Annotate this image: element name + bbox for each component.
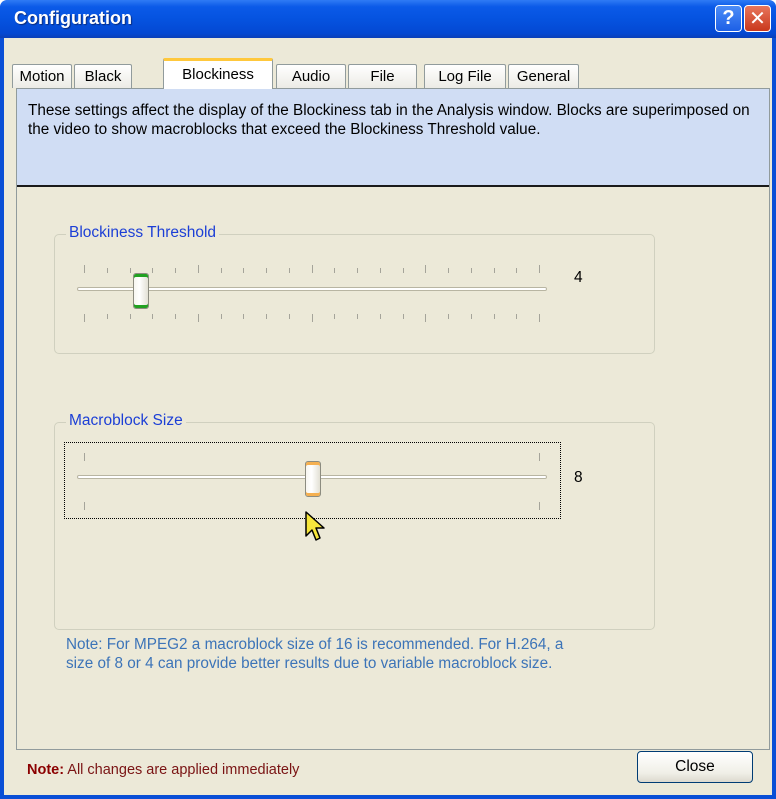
slider-tick bbox=[471, 268, 472, 273]
slider-tick bbox=[266, 314, 267, 319]
configuration-window: Configuration ? ✕ Motion Black Blockines… bbox=[0, 0, 776, 799]
footer-note: Note: All changes are applied immediatel… bbox=[27, 762, 299, 778]
title-bar[interactable]: Configuration ? ✕ bbox=[0, 0, 776, 38]
macroblock-size-title: Macroblock Size bbox=[66, 412, 186, 430]
tab-file[interactable]: File bbox=[348, 64, 417, 88]
slider-tick bbox=[539, 502, 540, 510]
tab-panel-blockiness: These settings affect the display of the… bbox=[16, 88, 770, 750]
slider-tick bbox=[130, 268, 131, 273]
close-icon: ✕ bbox=[749, 8, 766, 30]
slider-tick bbox=[198, 265, 199, 273]
blockiness-threshold-title: Blockiness Threshold bbox=[66, 224, 220, 242]
footer-note-text: All changes are applied immediately bbox=[64, 762, 300, 778]
slider-tick bbox=[494, 314, 495, 319]
slider-tick bbox=[289, 268, 290, 273]
slider-tick bbox=[516, 268, 517, 273]
tab-black[interactable]: Black bbox=[74, 64, 132, 88]
slider-tick bbox=[516, 314, 517, 319]
slider-tick bbox=[471, 314, 472, 319]
slider-tick bbox=[448, 268, 449, 273]
close-window-button[interactable]: ✕ bbox=[744, 5, 771, 32]
slider-tick bbox=[152, 314, 153, 319]
mouse-cursor-icon bbox=[304, 510, 330, 549]
slider-tick bbox=[198, 314, 199, 322]
slider-tick bbox=[152, 268, 153, 273]
help-icon: ? bbox=[722, 7, 735, 29]
help-button[interactable]: ? bbox=[715, 5, 742, 32]
dialog-client-area: Motion Black Blockiness Audio File Log F… bbox=[4, 38, 772, 795]
close-button[interactable]: Close bbox=[637, 751, 753, 783]
slider-tick bbox=[243, 268, 244, 273]
blockiness-threshold-value: 4 bbox=[574, 269, 583, 286]
slider-tick bbox=[175, 268, 176, 273]
slider-tick bbox=[448, 314, 449, 319]
footer-note-label: Note: bbox=[27, 762, 65, 778]
slider-tick bbox=[334, 268, 335, 273]
slider-tick bbox=[539, 265, 540, 273]
slider-tick bbox=[539, 314, 540, 322]
slider-tick bbox=[84, 453, 85, 461]
slider-tick bbox=[130, 314, 131, 319]
slider-tick bbox=[357, 314, 358, 319]
blockiness-threshold-group: Blockiness Threshold 4 bbox=[54, 224, 655, 354]
tab-motion[interactable]: Motion bbox=[12, 64, 72, 88]
tab-log-file[interactable]: Log File bbox=[424, 64, 506, 88]
slider-tick bbox=[243, 314, 244, 319]
slider-tick bbox=[425, 265, 426, 273]
slider-tick bbox=[175, 314, 176, 319]
macroblock-size-value: 8 bbox=[574, 469, 583, 486]
slider-tick bbox=[380, 314, 381, 319]
tab-general[interactable]: General bbox=[508, 64, 579, 88]
slider-thumb[interactable] bbox=[305, 461, 321, 497]
slider-tick bbox=[334, 314, 335, 319]
slider-tick bbox=[266, 268, 267, 273]
window-title: Configuration bbox=[14, 8, 132, 28]
slider-tick bbox=[221, 268, 222, 273]
slider-tick bbox=[84, 502, 85, 510]
slider-tick bbox=[221, 314, 222, 319]
slider-tick bbox=[289, 314, 290, 319]
slider-tick bbox=[84, 265, 85, 273]
slider-tick bbox=[357, 268, 358, 273]
tab-audio[interactable]: Audio bbox=[276, 64, 346, 88]
tab-blockiness[interactable]: Blockiness bbox=[163, 58, 273, 89]
slider-tick bbox=[84, 314, 85, 322]
slider-tick bbox=[539, 453, 540, 461]
description-text: These settings affect the display of the… bbox=[17, 89, 769, 187]
slider-tick bbox=[312, 314, 313, 322]
slider-tick bbox=[403, 314, 404, 319]
slider-tick bbox=[380, 268, 381, 273]
macroblock-size-group: Macroblock Size 8 bbox=[54, 412, 655, 630]
slider-tick bbox=[403, 268, 404, 273]
macroblock-note: Note: For MPEG2 a macroblock size of 16 … bbox=[66, 636, 564, 672]
slider-tick bbox=[107, 314, 108, 319]
slider-tick bbox=[107, 268, 108, 273]
slider-thumb[interactable] bbox=[133, 273, 149, 309]
slider-tick bbox=[425, 314, 426, 322]
slider-tick bbox=[494, 268, 495, 273]
slider-tick bbox=[312, 265, 313, 273]
